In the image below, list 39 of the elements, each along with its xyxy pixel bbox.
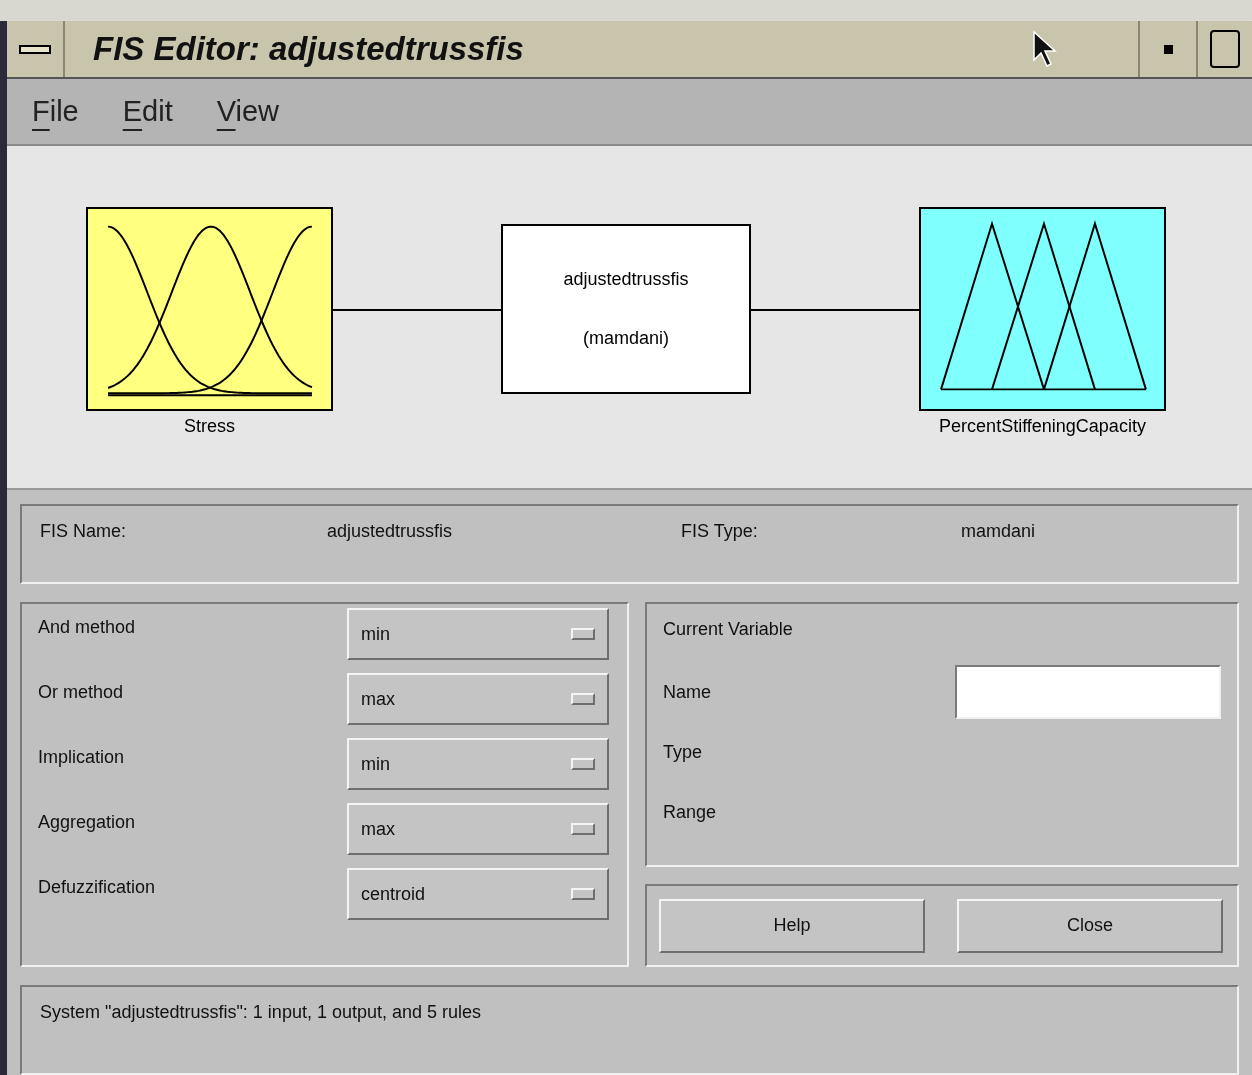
fis-name-label: FIS Name: xyxy=(40,520,128,543)
status-text: System "adjustedtrussfis": 1 input, 1 output, and 5 rules xyxy=(40,1002,482,1022)
method-dropdown[interactable]: centroid xyxy=(347,868,609,920)
variable-field-label: Range xyxy=(663,800,718,824)
square-icon xyxy=(1210,30,1240,68)
method-label: Or method xyxy=(38,681,125,704)
method-dropdown[interactable]: min xyxy=(347,608,609,660)
minus-icon xyxy=(19,44,51,54)
fis-type-label: FIS Type: xyxy=(681,520,759,543)
method-label: Aggregation xyxy=(38,811,137,834)
method-dropdown[interactable]: max xyxy=(347,803,609,855)
dropdown-icon xyxy=(571,823,595,835)
current-variable-title: Current Variable xyxy=(663,618,794,641)
dropdown-icon xyxy=(571,758,595,770)
dropdown-icon xyxy=(571,628,595,640)
method-dropdown[interactable]: min xyxy=(347,738,609,790)
method-label: And method xyxy=(38,616,137,639)
output-variable-label: PercentStiffeningCapacity xyxy=(939,415,1146,438)
fis-type-value: mamdani xyxy=(961,520,1036,543)
variable-field-label: Name xyxy=(663,680,712,704)
name-input-field[interactable] xyxy=(955,665,1221,719)
dropdown-icon xyxy=(571,693,595,705)
dialog-button[interactable]: Close xyxy=(957,898,1223,953)
system-box[interactable]: adjustedtrussfis (mamdani) xyxy=(501,224,751,394)
method-label: Defuzzification xyxy=(38,876,157,899)
system-type: (mamdani) xyxy=(583,327,669,350)
method-dropdown[interactable]: max xyxy=(347,673,609,725)
dialog-button[interactable]: Help xyxy=(659,898,925,953)
dropdown-icon xyxy=(571,888,595,900)
input-variable-label: Stress xyxy=(184,415,235,438)
menu-item[interactable]: File xyxy=(32,89,79,134)
menu-item[interactable]: View xyxy=(216,89,280,134)
system-name: adjustedtrussfis xyxy=(563,268,689,291)
window-title: FIS Editor: adjustedtrussfis xyxy=(93,29,525,70)
fis-name-value: adjustedtrussfis xyxy=(327,520,454,543)
method-label: Implication xyxy=(38,746,126,769)
variable-field-label: Type xyxy=(663,740,704,764)
menu-item[interactable]: Edit xyxy=(122,89,173,134)
cursor-icon xyxy=(1032,30,1058,68)
